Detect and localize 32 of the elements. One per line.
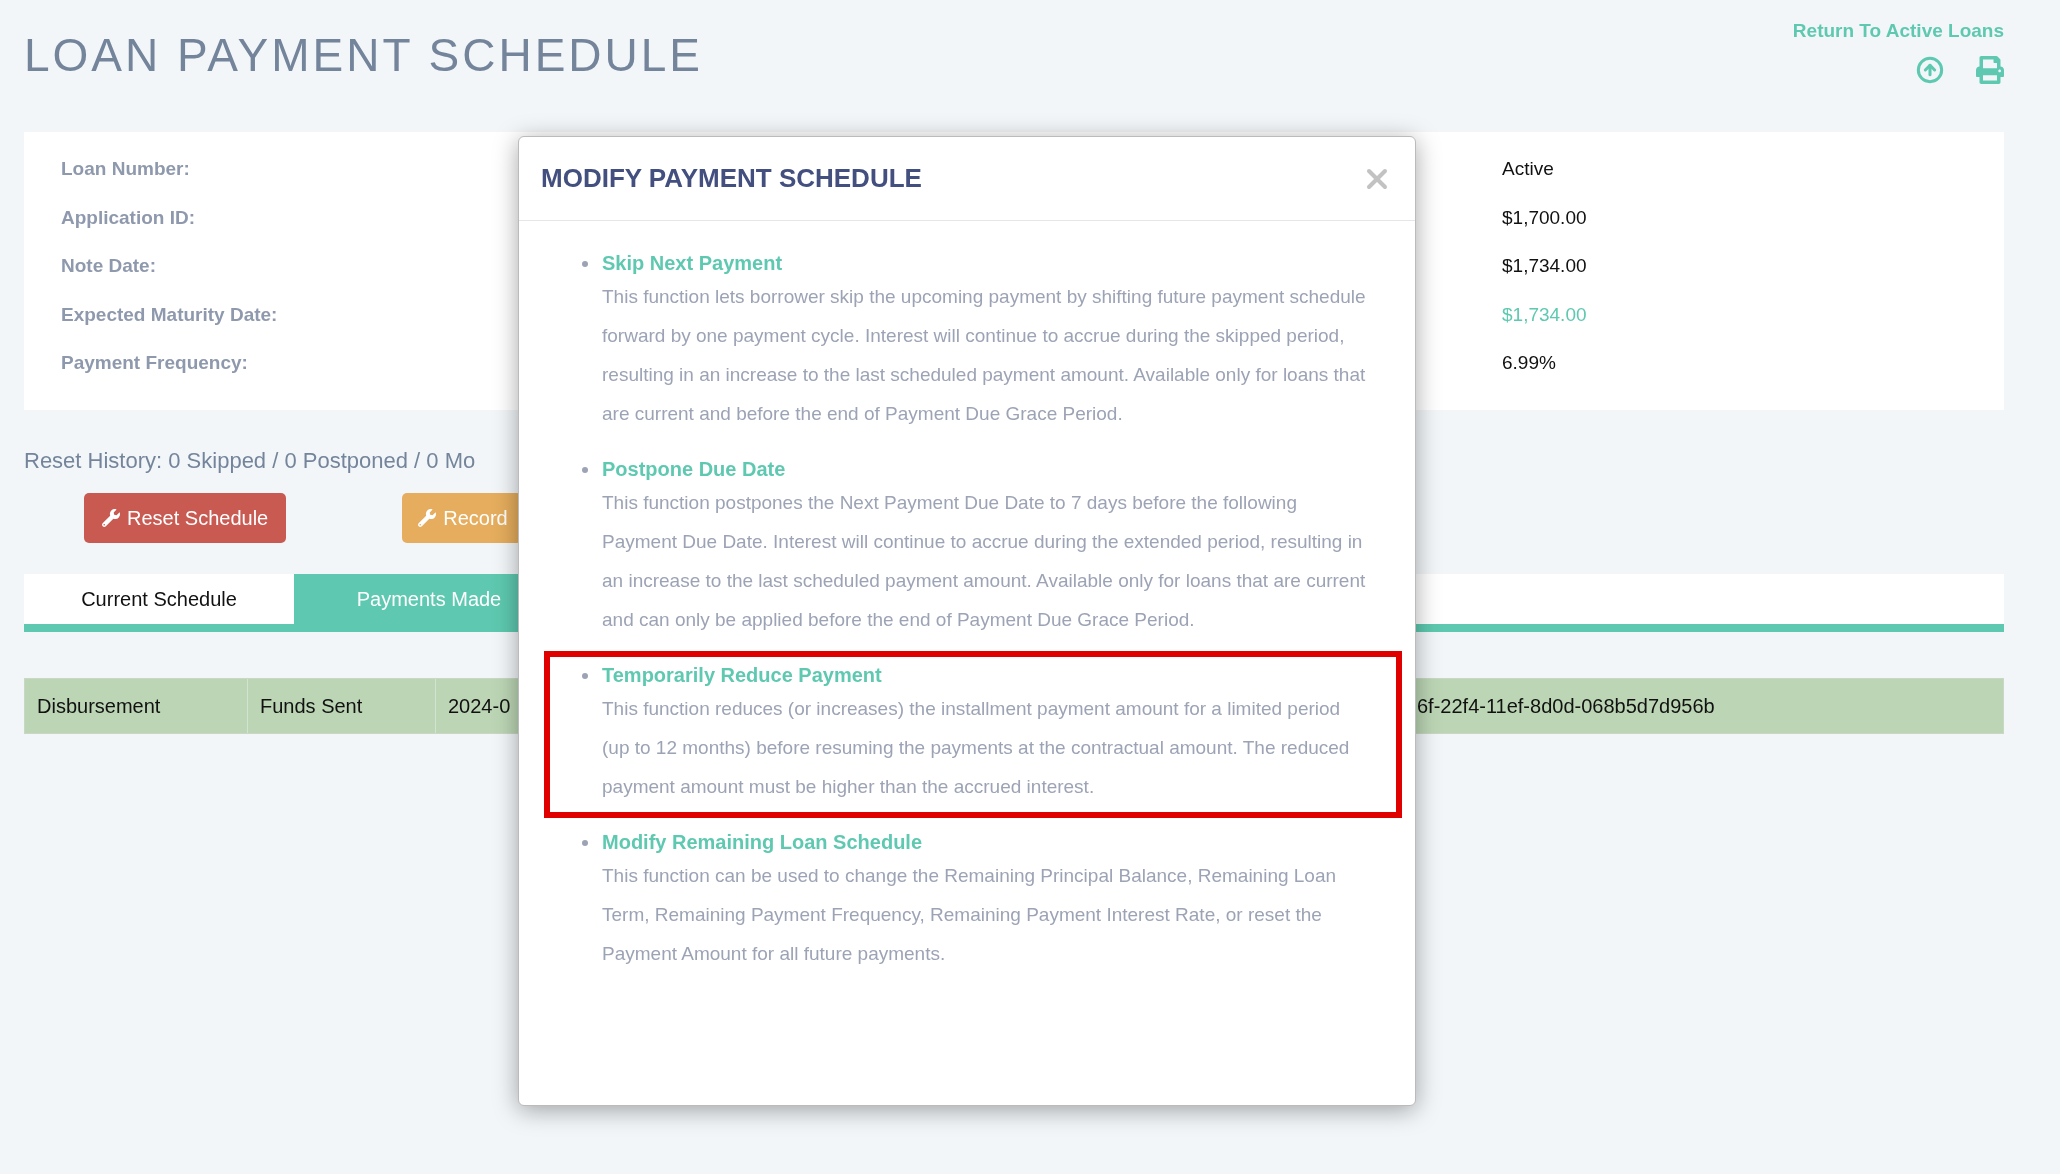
bullet-icon	[582, 467, 588, 473]
wrench-icon	[102, 509, 120, 527]
modal-title: MODIFY PAYMENT SCHEDULE	[541, 163, 922, 194]
reset-history: Reset History: 0 Skipped / 0 Postponed / 0 Mo	[24, 448, 476, 474]
option-description: This function can be used to change the Remaining Principal Balance, Remaining Loan Term, Remaining Payment Frequency, Remaining Payment Interest Rate, or reset the Payment Amount for all future payments.	[602, 864, 1338, 966]
option-title[interactable]: Postpone Due Date	[602, 455, 786, 483]
field-label: Payment Frequency:	[60, 351, 248, 375]
option-description: This function postpones the Next Payment Due Date to 7 days before the following Payment Due Date. Interest will continue to accrue during the extended period, resulting in an increase to the last scheduled payment amount. Available only for loans that are current and can only be applied before the end of Payment Due Grace Period.	[602, 491, 1367, 632]
bullet-icon	[582, 261, 588, 267]
upload-icon[interactable]	[1916, 56, 1944, 84]
bullet-icon	[582, 673, 588, 679]
wrench-icon	[418, 509, 437, 527]
option-description: This function lets borrower skip the upcoming payment by shifting future payment schedule forward by one payment cycle. Interest will continue to accrue during the skipped period, resulting in an increase to the last scheduled payment amount. Available only for loans that are current and before the end of Payment Due Grace Period.	[602, 285, 1367, 426]
option-title[interactable]: Modify Remaining Loan Schedule	[602, 828, 923, 856]
field-label: Application ID:	[60, 205, 196, 230]
page-title: LOAN PAYMENT SCHEDULE	[24, 28, 704, 82]
option-title[interactable]: Skip Next Payment	[602, 249, 783, 277]
field-value: 6.99%	[1502, 351, 1556, 375]
value-link[interactable]: $1,734.00	[1502, 301, 1587, 328]
print-icon[interactable]	[1976, 56, 2004, 84]
reset-schedule-button[interactable]: Reset Schedule	[84, 493, 287, 543]
field-value: $1,700.00	[1502, 205, 1587, 230]
field-label: Expected Maturity Date:	[60, 302, 278, 327]
field-value: Active	[1502, 157, 1554, 181]
bullet-icon	[582, 840, 588, 846]
table-cell: Funds Sent	[248, 679, 436, 733]
table-cell-text: 6f-22f4-11ef-8d0d-068b5d7d956b	[1416, 693, 1716, 719]
field-label: Note Date:	[60, 254, 156, 278]
field-label: Loan Number:	[60, 157, 190, 181]
field-value: $1,734.00	[1502, 254, 1587, 278]
return-link[interactable]: Return To Active Loans	[1792, 20, 2004, 42]
table-cell: Disbursement	[25, 679, 248, 733]
